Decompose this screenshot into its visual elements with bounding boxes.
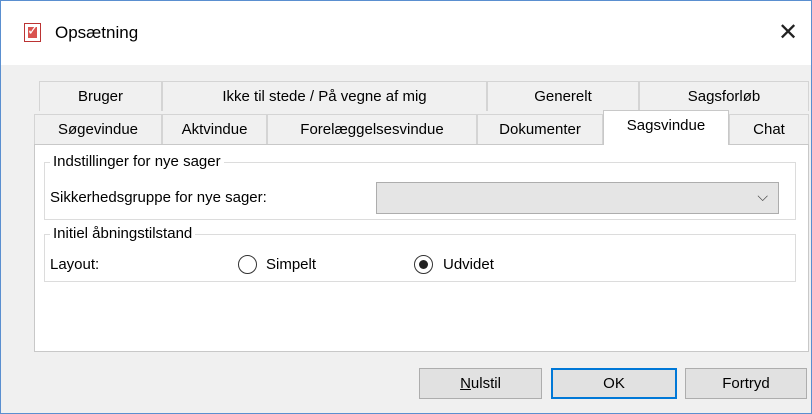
security-group-select[interactable]: ⌵ [376,182,779,214]
radio-udvidet-label[interactable]: Udvidet [443,256,494,274]
tab-chat[interactable]: Chat [729,114,809,144]
tab-ikke-til-stede[interactable]: Ikke til stede / På vegne af mig [162,81,487,111]
layout-label: Layout: [50,256,100,273]
reset-button[interactable]: Nulstil [419,368,542,399]
radio-simpelt[interactable] [238,255,257,274]
close-icon[interactable]: ✕ [773,18,803,48]
tab-dokumenter[interactable]: Dokumenter [477,114,603,144]
tab-sagsforloeb[interactable]: Sagsforløb [639,81,809,111]
tab-soegevindue[interactable]: Søgevindue [34,114,162,144]
security-group-label: Sikkerhedsgruppe for nye sager: [50,189,267,206]
reset-accel: N [460,375,471,392]
settings-dialog: Opsætning ✕ Bruger Ikke til stede / På v… [0,0,812,414]
window-title: Opsætning [55,23,139,42]
tab-foreloeggelsesvindue[interactable]: Forelæggelsesvindue [267,114,477,144]
chevron-down-icon[interactable]: ⌵ [757,189,768,205]
radio-simpelt-label[interactable]: Simpelt [266,256,316,274]
cancel-button[interactable]: Fortryd [685,368,807,399]
tab-bruger[interactable]: Bruger [39,81,162,111]
tab-generelt[interactable]: Generelt [487,81,639,111]
ok-button[interactable]: OK [551,368,677,399]
group-open-state-label: Initiel åbningstilstand [50,225,196,243]
group-new-cases-label: Indstillinger for nye sager [50,153,224,171]
tab-sagsvindue[interactable]: Sagsvindue [603,110,729,145]
radio-selected-dot [419,260,428,269]
checklist-icon [24,23,41,42]
title-bar: Opsætning ✕ [1,1,811,65]
radio-udvidet[interactable] [414,255,433,274]
tab-panel: Indstillinger for nye sager Sikkerhedsgr… [34,144,809,352]
tab-aktvindue[interactable]: Aktvindue [162,114,267,144]
reset-rest: ulstil [470,375,501,392]
